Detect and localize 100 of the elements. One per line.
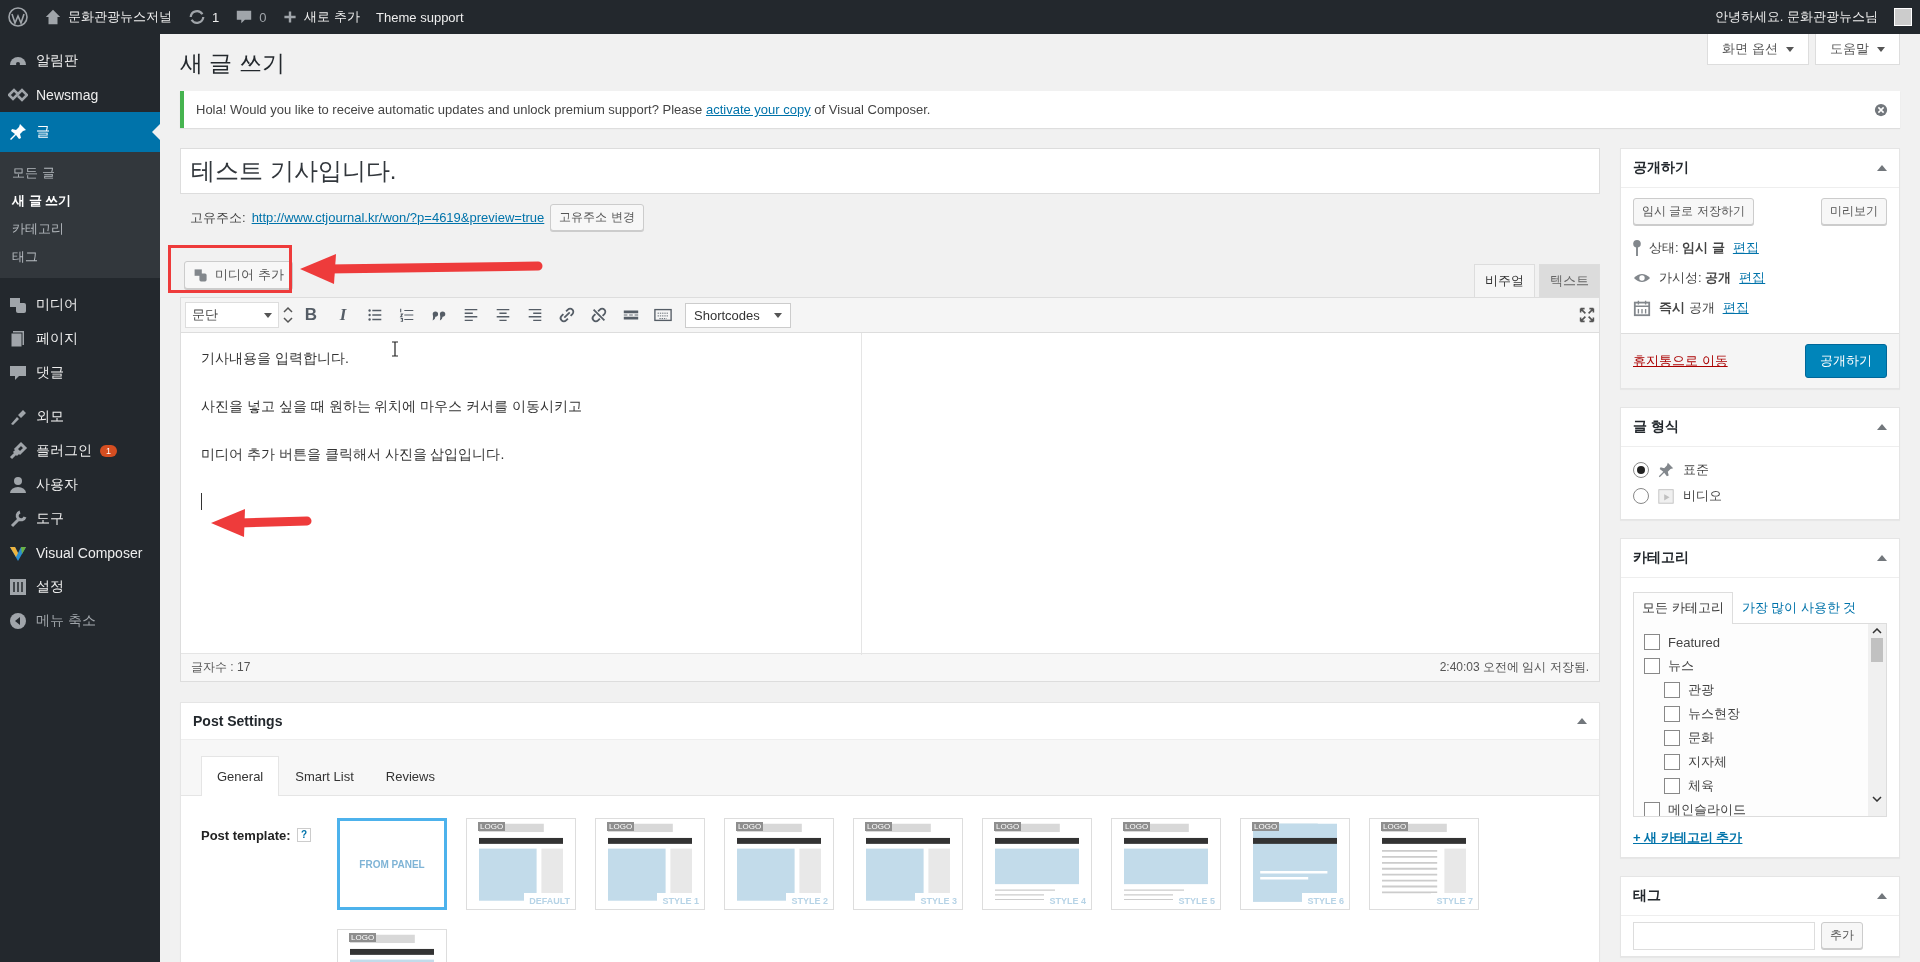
add-category-link[interactable]: + 새 카테고리 추가 [1633, 830, 1743, 845]
category-label: 체육 [1688, 777, 1714, 795]
align-left-icon [462, 306, 480, 324]
help-button[interactable]: 도움말 [1815, 34, 1900, 65]
collapse-icon [8, 611, 28, 631]
checkbox[interactable] [1664, 778, 1680, 794]
site-name-link[interactable]: 문화관광뉴스저널 [68, 8, 172, 26]
title-field[interactable]: 테스트 기사입니다. [180, 148, 1600, 194]
logo-label: LOGO [865, 822, 893, 831]
collapse-icon[interactable] [1877, 555, 1887, 561]
comment-icon [235, 8, 254, 26]
radio-button[interactable] [1633, 462, 1649, 478]
italic-button[interactable]: I [329, 301, 357, 329]
checkbox[interactable] [1664, 682, 1680, 698]
menu-item[interactable]: 알림판 [0, 44, 160, 78]
media-icon [8, 295, 28, 315]
category-tab[interactable]: 가장 많이 사용한 것 [1732, 592, 1866, 623]
autosave-status: 2:40:03 오전에 임시 저장됨. [1439, 659, 1589, 676]
settings-tab[interactable]: Smart List [279, 756, 370, 796]
add-media-button[interactable]: 미디어 추가 [184, 261, 293, 289]
checkbox[interactable] [1664, 706, 1680, 722]
menu-item[interactable]: 페이지 [0, 322, 160, 356]
settings-tab[interactable]: General [201, 756, 280, 796]
logo-label: LOGO [607, 822, 635, 831]
panel-title: 카테고리 [1633, 549, 1689, 567]
help-link[interactable]: ? [297, 828, 311, 842]
permalink-link[interactable]: http://www.ctjournal.kr/won/?p=4619&preview=true [251, 210, 545, 225]
collapse-icon[interactable] [1577, 718, 1587, 724]
scroll-up-icon[interactable] [1872, 628, 1882, 634]
edit-link[interactable]: 편집 [1722, 299, 1749, 317]
bold-button[interactable]: B [297, 301, 325, 329]
logo-label: LOGO [478, 822, 506, 831]
submenu-item[interactable]: 카테고리 [0, 215, 160, 243]
new-link[interactable]: 새로 추가 [304, 8, 361, 26]
update-count[interactable]: 1 [212, 9, 220, 25]
word-count: 글자수 : 17 [191, 659, 251, 676]
media-icon [193, 267, 209, 283]
checkbox[interactable] [1644, 634, 1660, 650]
menu-item[interactable]: 외모 [0, 400, 160, 434]
trash-link[interactable]: 휴지통으로 이동 [1633, 352, 1728, 370]
paragraph: 미디어 추가 버튼을 클릭해서 사진을 삽입입니다. [201, 445, 506, 463]
edit-permalink-button[interactable]: 고유주소 변경 [550, 204, 644, 231]
paragraph: 기사내용을 입력합니다. [201, 349, 350, 367]
keyboard-icon [654, 306, 672, 324]
shortcodes-select[interactable]: Shortcodes [685, 302, 791, 328]
menu-item[interactable]: 설정 [0, 570, 160, 604]
activate-link[interactable]: activate your copy [705, 102, 811, 117]
fullscreen-icon[interactable] [1579, 307, 1595, 323]
edit-link[interactable]: 편집 [1739, 269, 1766, 287]
greeting-link[interactable]: 안녕하세요. 문화관광뉴스님 [1714, 8, 1878, 26]
submenu-item[interactable]: 새 글 쓰기 [0, 187, 160, 215]
category-label: 메인슬라이드 [1668, 801, 1746, 816]
collapse-menu-button[interactable]: 메뉴 축소 [0, 604, 160, 638]
menu-item[interactable]: 글 [0, 112, 160, 152]
align-center-icon [494, 306, 512, 324]
scroll-down-icon[interactable] [1872, 796, 1882, 802]
checkbox[interactable] [1644, 658, 1660, 674]
permalink-label: 고유주소: [190, 208, 246, 227]
collapse-icon[interactable] [1877, 165, 1887, 171]
menu-item[interactable]: Newsmag [0, 78, 160, 112]
category-tab[interactable]: 모든 카테고리 [1633, 592, 1733, 624]
wordpress-logo-icon[interactable] [8, 7, 28, 27]
menu-item[interactable]: 미디어 [0, 288, 160, 322]
sliders-icon [8, 577, 28, 597]
screen-options-button[interactable]: 화면 옵션 [1707, 34, 1809, 65]
checkbox[interactable] [1644, 802, 1660, 816]
publish-status-text: 상태: 임시 글 [1649, 239, 1725, 257]
settings-tab[interactable]: Reviews [369, 756, 451, 796]
panel-title: 태그 [1633, 887, 1661, 905]
collapse-icon[interactable] [1877, 424, 1887, 430]
menu-item[interactable]: 플러그인 1 [0, 434, 160, 468]
submenu-item[interactable]: 모든 글 [0, 159, 160, 187]
save-draft-button[interactable]: 임시 글로 저장하기 [1633, 198, 1754, 225]
add-tag-button[interactable]: 추가 [1821, 922, 1863, 949]
checkbox[interactable] [1664, 754, 1680, 770]
comment-count[interactable]: 0 [259, 9, 267, 25]
menu-item[interactable]: 도구 [0, 502, 160, 536]
text-cursor-icon [391, 341, 399, 357]
preview-button[interactable]: 미리보기 [1821, 198, 1887, 225]
checkbox[interactable] [1664, 730, 1680, 746]
link-icon [558, 306, 576, 324]
publish-button[interactable]: 공개하기 [1805, 344, 1887, 378]
format-select[interactable]: 문단 [185, 302, 279, 328]
scroll-thumb[interactable] [1871, 638, 1883, 662]
brush-icon [8, 407, 28, 427]
editor-tab[interactable]: 텍스트 [1539, 264, 1600, 297]
theme-support-link[interactable]: Theme support [376, 9, 464, 25]
edit-link[interactable]: 편집 [1732, 239, 1759, 257]
option-label: 표준 [1683, 461, 1709, 479]
close-icon[interactable] [1874, 102, 1888, 117]
tag-field[interactable] [1633, 922, 1815, 950]
radio-button[interactable] [1633, 488, 1649, 504]
menu-item[interactable]: Visual Composer [0, 536, 160, 570]
menu-item[interactable]: 댓글 [0, 356, 160, 390]
collapse-icon[interactable] [1877, 893, 1887, 899]
submenu-item[interactable]: 태그 [0, 243, 160, 271]
scrollbar[interactable] [1868, 624, 1886, 816]
editor-tab[interactable]: 비주얼 [1474, 264, 1535, 297]
menu-item[interactable]: 사용자 [0, 468, 160, 502]
calendar-icon [1633, 299, 1651, 317]
